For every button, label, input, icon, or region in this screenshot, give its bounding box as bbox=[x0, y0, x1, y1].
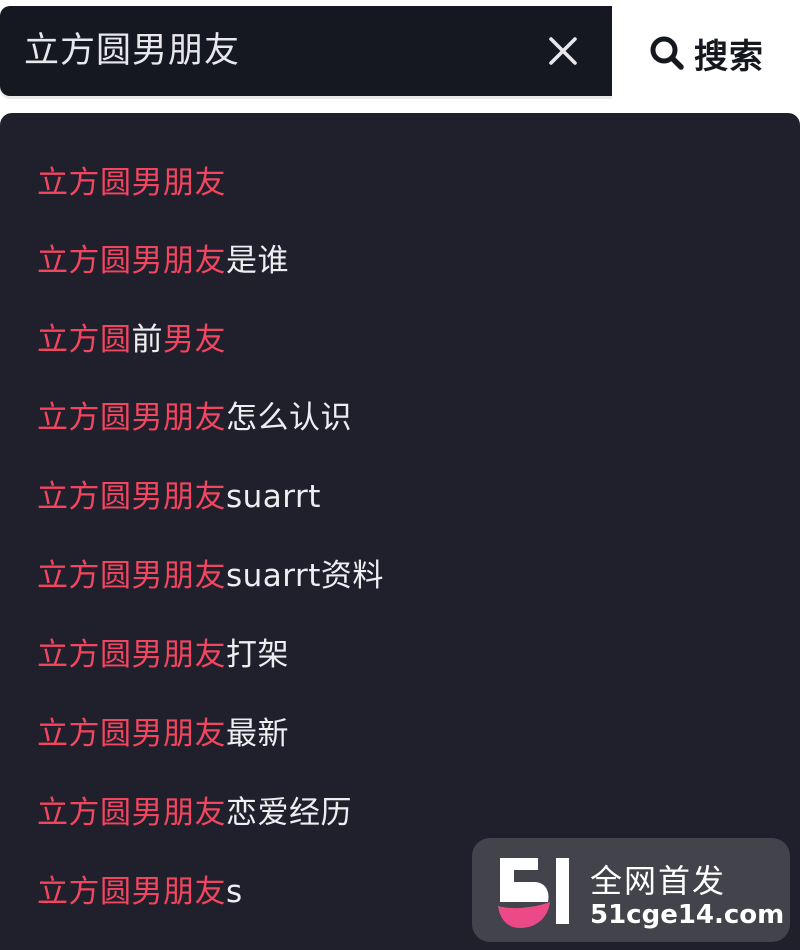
suggestion-rest: 打架 bbox=[226, 637, 289, 673]
suggestion-rest: suarrt bbox=[226, 479, 321, 515]
suggestion-item[interactable]: 立方圆男朋友suarrt bbox=[37, 473, 321, 521]
magnifier-icon bbox=[650, 36, 684, 70]
suggestion-match: 立方圆男朋友 bbox=[37, 558, 226, 594]
suggestion-rest: s bbox=[226, 874, 243, 910]
search-input[interactable]: 立方圆男朋友 bbox=[0, 6, 612, 96]
suggestion-match: 立方圆男朋友 bbox=[37, 479, 226, 515]
suggestion-rest: 前 bbox=[131, 322, 163, 358]
suggestion-item[interactable]: 立方圆男朋友怎么认识 bbox=[37, 394, 352, 442]
search-screen: 立方圆男朋友 搜索 立方圆男朋友 立方圆男朋友是谁 立方圆前男友 立方圆男朋友怎… bbox=[0, 0, 800, 950]
suggestion-match: 立方圆男朋友 bbox=[37, 400, 226, 436]
watermark-logo-icon bbox=[498, 858, 569, 928]
suggestion-rest: suarrt资料 bbox=[226, 558, 384, 594]
suggestion-match: 立方圆男朋友 bbox=[37, 637, 226, 673]
search-bar: 立方圆男朋友 搜索 bbox=[0, 0, 800, 100]
suggestion-match: 立方圆男朋友 bbox=[37, 716, 226, 752]
suggestion-item[interactable]: 立方圆男朋友suarrt资料 bbox=[37, 552, 384, 600]
suggestion-rest: 是谁 bbox=[226, 243, 289, 279]
search-button-label: 搜索 bbox=[694, 36, 764, 77]
suggestion-item[interactable]: 立方圆男朋友恋爱经历 bbox=[37, 789, 352, 837]
suggestion-rest: 最新 bbox=[226, 716, 289, 752]
close-icon bbox=[549, 37, 577, 65]
clear-button[interactable] bbox=[543, 31, 583, 71]
suggestion-rest: 恋爱经历 bbox=[226, 795, 352, 831]
suggestion-dropdown: 立方圆男朋友 立方圆男朋友是谁 立方圆前男友 立方圆男朋友怎么认识 立方圆男朋友… bbox=[0, 113, 800, 950]
suggestion-item[interactable]: 立方圆男朋友打架 bbox=[37, 631, 289, 679]
suggestion-match: 立方圆男朋友 bbox=[37, 165, 226, 201]
search-button[interactable]: 搜索 bbox=[612, 6, 800, 100]
suggestion-item[interactable]: 立方圆男朋友 bbox=[37, 159, 226, 207]
suggestion-match: 立方圆男朋友 bbox=[37, 795, 226, 831]
suggestion-match: 立方圆男朋友 bbox=[37, 243, 226, 279]
suggestion-item[interactable]: 立方圆男朋友s bbox=[37, 868, 243, 916]
suggestion-rest: 怎么认识 bbox=[226, 400, 352, 436]
suggestion-match-2: 男友 bbox=[163, 322, 226, 358]
watermark-badge: 全网首发 51cge14.com bbox=[472, 838, 790, 942]
search-query-text: 立方圆男朋友 bbox=[24, 31, 241, 71]
suggestion-match: 立方圆男朋友 bbox=[37, 874, 226, 910]
watermark-url: 51cge14.com bbox=[590, 900, 785, 930]
suggestion-item[interactable]: 立方圆男朋友是谁 bbox=[37, 237, 289, 285]
suggestion-item[interactable]: 立方圆前男友 bbox=[37, 316, 226, 364]
suggestion-item[interactable]: 立方圆男朋友最新 bbox=[37, 710, 289, 758]
suggestion-match: 立方圆 bbox=[37, 322, 132, 358]
watermark-title: 全网首发 bbox=[590, 862, 727, 900]
